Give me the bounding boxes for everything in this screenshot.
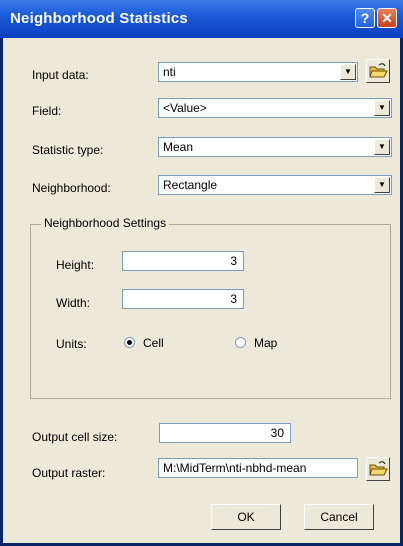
input-data-combo[interactable]: nti ▼: [158, 62, 358, 82]
neighborhood-label: Neighborhood:: [32, 181, 111, 195]
output-cell-size-value: 30: [270, 426, 284, 440]
statistic-type-value: Mean: [163, 140, 194, 154]
output-cell-size-label: Output cell size:: [32, 430, 118, 444]
dropdown-arrow-icon[interactable]: ▼: [374, 177, 390, 193]
units-map-radio[interactable]: [235, 337, 246, 348]
height-label: Height:: [56, 258, 95, 272]
dropdown-arrow-icon[interactable]: ▼: [374, 139, 390, 155]
dialog-title: Neighborhood Statistics: [10, 10, 188, 27]
output-raster-label: Output raster:: [32, 466, 106, 480]
dropdown-arrow-icon[interactable]: ▼: [374, 100, 390, 116]
units-label: Units:: [56, 337, 87, 351]
field-combo[interactable]: <Value> ▼: [158, 98, 392, 118]
ok-button[interactable]: OK: [211, 504, 281, 530]
neighborhood-combo[interactable]: Rectangle ▼: [158, 175, 392, 195]
height-value: 3: [230, 254, 237, 268]
output-cell-size-input[interactable]: 30: [159, 423, 291, 443]
field-value: <Value>: [163, 101, 207, 115]
close-button[interactable]: ✕: [377, 8, 397, 28]
output-raster-browse-button[interactable]: [366, 457, 390, 481]
units-cell-label[interactable]: Cell: [143, 336, 164, 350]
height-input[interactable]: 3: [122, 251, 244, 271]
neighborhood-value: Rectangle: [163, 178, 218, 192]
input-data-browse-button[interactable]: [366, 59, 390, 83]
units-map-label[interactable]: Map: [254, 336, 277, 350]
statistic-type-combo[interactable]: Mean ▼: [158, 137, 392, 157]
dialog-window: Neighborhood Statistics ? ✕ Input data: …: [0, 0, 403, 546]
open-folder-icon: [369, 461, 388, 476]
input-data-label: Input data:: [32, 68, 89, 82]
width-label: Width:: [56, 296, 91, 310]
input-data-value: nti: [163, 65, 176, 79]
statistic-type-label: Statistic type:: [32, 143, 104, 157]
output-raster-input[interactable]: M:\MidTerm\nti-nbhd-mean: [158, 458, 358, 478]
open-folder-icon: [369, 63, 388, 78]
output-raster-value: M:\MidTerm\nti-nbhd-mean: [163, 461, 307, 475]
cancel-button[interactable]: Cancel: [304, 504, 374, 530]
title-bar[interactable]: Neighborhood Statistics ? ✕: [0, 0, 403, 38]
dropdown-arrow-icon[interactable]: ▼: [340, 64, 356, 80]
width-input[interactable]: 3: [122, 289, 244, 309]
neighborhood-settings-title: Neighborhood Settings: [41, 216, 170, 230]
help-button[interactable]: ?: [355, 8, 375, 28]
units-cell-radio[interactable]: [124, 337, 135, 348]
field-label: Field:: [32, 104, 62, 118]
width-value: 3: [230, 292, 237, 306]
